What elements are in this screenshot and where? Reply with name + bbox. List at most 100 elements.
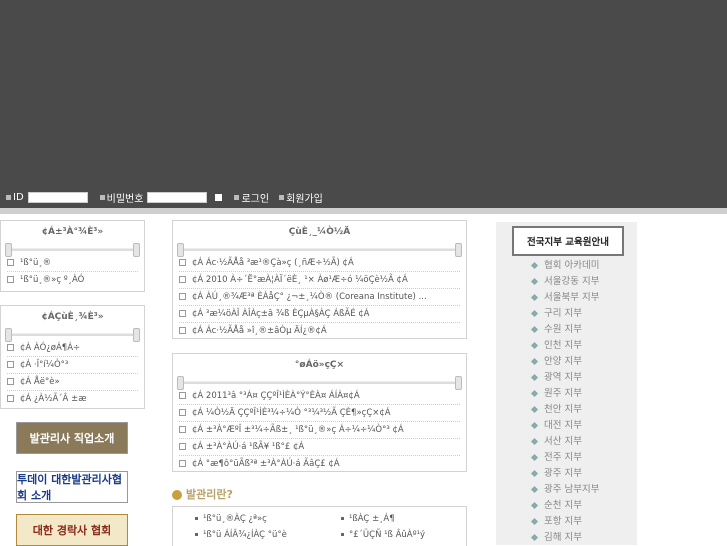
checkbox-icon — [179, 426, 186, 433]
link-item[interactable]: ¹ß°ü ÁÍÂ¾¿ÍÀÇ °ü°è — [195, 530, 287, 540]
sidebar-item-branch[interactable]: 원주 지부 — [530, 386, 599, 402]
news-item[interactable]: ¢Á Ác·½ÃÅå ³æ¹®Çà»ç (¸ñÆ÷½Ã) ¢Á — [179, 255, 460, 272]
branch-label: 순천 지부 — [544, 500, 582, 511]
diamond-bullet-icon — [530, 501, 539, 510]
sidebar-item-branch[interactable]: 순천 지부 — [530, 498, 599, 514]
panel-title: ÇùÈ¸_¼Ò½Ä — [288, 227, 351, 237]
sidebar-item-branch[interactable]: 천안 지부 — [530, 402, 599, 418]
checkbox-icon — [179, 443, 186, 450]
dot-icon — [195, 517, 198, 520]
diamond-bullet-icon — [530, 357, 539, 366]
header-banner — [0, 0, 727, 208]
diamond-bullet-icon — [530, 421, 539, 430]
sidebar-item-branch[interactable]: 광역 지부 — [530, 370, 599, 386]
sidebar-item-branch[interactable]: 협회 아카데미 — [530, 258, 599, 274]
sidebar-item-branch[interactable]: 구리 지부 — [530, 306, 599, 322]
branch-list: 협회 아카데미서울강동 지부서울북부 지부구리 지부수원 지부인천 지부안양 지… — [530, 258, 600, 546]
panel-title: °øÁö»çÇ× — [294, 360, 345, 370]
branch-label: 구리 지부 — [544, 308, 582, 319]
password-input[interactable] — [147, 191, 208, 203]
list-item[interactable]: ¢Á Åë°è» — [7, 374, 138, 391]
checkbox-icon — [179, 276, 186, 283]
list-item[interactable]: ¹ß°ü¸®»ç º¸ÀÓ — [7, 272, 138, 288]
diamond-bullet-icon — [530, 533, 539, 542]
sidebar-item-branch[interactable]: 인천 지부 — [530, 338, 599, 354]
what-is-foot-care-heading: 발관리란? — [172, 486, 233, 502]
sidebar-item-branch[interactable]: 광주 남부지부 — [530, 482, 600, 498]
checkbox-icon — [179, 409, 186, 416]
notice-item[interactable]: ¢Á ±³À°ÆºÎ ±³¼÷Ãß±¸ ¹ß°ü¸®»ç Á÷¼÷¼Ò°³ ¢Á — [179, 422, 460, 439]
sidebar-item-branch[interactable]: 포항 지부 — [530, 514, 599, 530]
branch-label: 광주 남부지부 — [544, 484, 600, 495]
sidebar-item-branch[interactable]: 서울강동 지부 — [530, 274, 600, 290]
branch-label: 김해 지부 — [544, 532, 582, 543]
branch-label: 서울강동 지부 — [544, 276, 600, 287]
news-item[interactable]: ¢Á 2010 À÷´Ë°æÀ¦ÀÏ´ëÈ¸ ¹× Àø¹Æ÷ó ¼öÇè½Ã … — [179, 272, 460, 289]
list-item[interactable]: ¢Á ÀÓ¿øÁ¶Á÷ — [7, 340, 138, 357]
sidebar-item-branch[interactable]: 대전 지부 — [530, 418, 599, 434]
link-item[interactable]: °£´ÜÇÑ ¹ß ÂûÀº¹ý — [341, 530, 425, 540]
sidebar-item-branch[interactable]: 김해 지부 — [530, 530, 599, 546]
branch-label: 서울북부 지부 — [544, 292, 600, 303]
news-item[interactable]: ¢Á Ác·½ÃÅå »î¸®±âÒµ ÄÍ¿®¢Á — [179, 323, 460, 339]
divider — [0, 208, 727, 214]
checkbox-icon — [179, 293, 186, 300]
list-item[interactable]: ¢Á ·Î°í¼Ò°³ — [7, 357, 138, 374]
branch-label: 인천 지부 — [544, 340, 582, 351]
branch-label: 수원 지부 — [544, 324, 582, 335]
diamond-bullet-icon — [530, 485, 539, 494]
branch-sidebar: 전국지부 교육원안내 협회 아카데미서울강동 지부서울북부 지부구리 지부수원 … — [496, 222, 637, 545]
sidebar-item-branch[interactable]: 수원 지부 — [530, 322, 599, 338]
checkbox-icon — [7, 259, 14, 266]
news-item[interactable]: ¢Á ÀÚ¸®¾Æ³ª ÈÀåÇ° ¿¬±¸¼Ò® (Coreana Insti… — [179, 289, 460, 306]
sidebar-item-branch[interactable]: 서산 지부 — [530, 434, 599, 450]
association-panel: ¢ÁÇùÈ¸¾È³» ¢Á ÀÓ¿øÁ¶Á÷ ¢Á ·Î°í¼Ò°³ ¢Á Åë… — [0, 305, 145, 409]
diamond-bullet-icon — [530, 277, 539, 286]
checkbox-icon — [179, 259, 186, 266]
notice-item[interactable]: ¢Á ¼Ò½Ä ÇÇºÎ¹ÌÈ³¼÷¼Ò °³¼³½Ã ÇÈ¶»çÇ×¢Á — [179, 405, 460, 422]
notice-item[interactable]: ¢Á 2011³â °³Á¤ ÇÇºÎ¹ÌÈÀ°Ý°ÈÀ¤ ÁÍÀ¤¢Á — [179, 388, 460, 405]
branch-label: 광역 지부 — [544, 372, 582, 383]
remember-checkbox[interactable] — [215, 193, 223, 201]
id-input[interactable] — [27, 191, 88, 203]
diamond-bullet-icon — [530, 309, 539, 318]
foot-care-links: ¹ß°ü¸®ÀÇ ¿ª»ç ¹ß°ü ÁÍÂ¾¿ÍÀÇ °ü°è ¹ßÀÇ ±¸… — [172, 506, 467, 546]
diamond-bullet-icon — [530, 469, 539, 478]
list-item[interactable]: ¹ß°ü¸® — [7, 255, 138, 272]
branch-label: 서산 지부 — [544, 436, 582, 447]
branch-guide-button[interactable]: 전국지부 교육원안내 — [512, 226, 624, 256]
today-banner[interactable]: 투데이 대한발관리사협회 소개 — [16, 471, 128, 503]
link-item[interactable]: ¹ß°ü¸®ÀÇ ¿ª»ç — [195, 514, 267, 524]
checkbox-icon — [7, 395, 14, 402]
branch-label: 원주 지부 — [544, 388, 582, 399]
notice-item[interactable]: ¢Á ±³À°ÀÚ·á ¹ßÃ¥ ¹ß°£ ¢Á — [179, 439, 460, 456]
notice-item[interactable]: ¢Á °æ¶ô°üÃß³ª ±³À°ÀÚ·á ÃâÇ£ ¢Á — [179, 456, 460, 472]
rail-divider — [177, 243, 462, 257]
join-link[interactable]: 회원가입 — [286, 190, 323, 205]
checkbox-icon — [7, 378, 14, 385]
checkbox-icon — [179, 460, 186, 467]
login-link[interactable]: 로그인 — [241, 190, 269, 205]
rail-divider — [5, 328, 140, 342]
branch-label: 천안 지부 — [544, 404, 582, 415]
meridian-association-banner[interactable]: 대한 경락사 협회 — [16, 514, 128, 546]
diamond-bullet-icon — [530, 405, 539, 414]
list-item[interactable]: ¢Á ¿À½Ã´Â ±æ — [7, 391, 138, 407]
diamond-bullet-icon — [530, 453, 539, 462]
sidebar-item-branch[interactable]: 안양 지부 — [530, 354, 599, 370]
checkbox-icon — [179, 327, 186, 334]
branch-label: 포항 지부 — [544, 516, 582, 527]
dot-icon — [195, 533, 198, 536]
news-panel: ÇùÈ¸_¼Ò½Ä ¢Á Ác·½ÃÅå ³æ¹®Çà»ç (¸ñÆ÷½Ã) ¢… — [172, 220, 467, 339]
bullet-icon — [172, 490, 182, 500]
dot-icon — [341, 533, 344, 536]
link-item[interactable]: ¹ßÀÇ ±¸Á¶ — [341, 514, 395, 524]
job-intro-banner[interactable]: 발관리사 직업소개 — [16, 422, 128, 454]
checkbox-icon — [7, 361, 14, 368]
sidebar-item-branch[interactable]: 서울북부 지부 — [530, 290, 600, 306]
diamond-bullet-icon — [530, 437, 539, 446]
news-item[interactable]: ¢Á ³æ¼öÀÎ ÀÎÀç±â ¾ß ÈÇµÀ§ÀÇ ÁßÃÉ ¢Á — [179, 306, 460, 323]
diamond-bullet-icon — [530, 517, 539, 526]
sidebar-item-branch[interactable]: 전주 지부 — [530, 450, 599, 466]
sidebar-item-branch[interactable]: 광주 지부 — [530, 466, 599, 482]
